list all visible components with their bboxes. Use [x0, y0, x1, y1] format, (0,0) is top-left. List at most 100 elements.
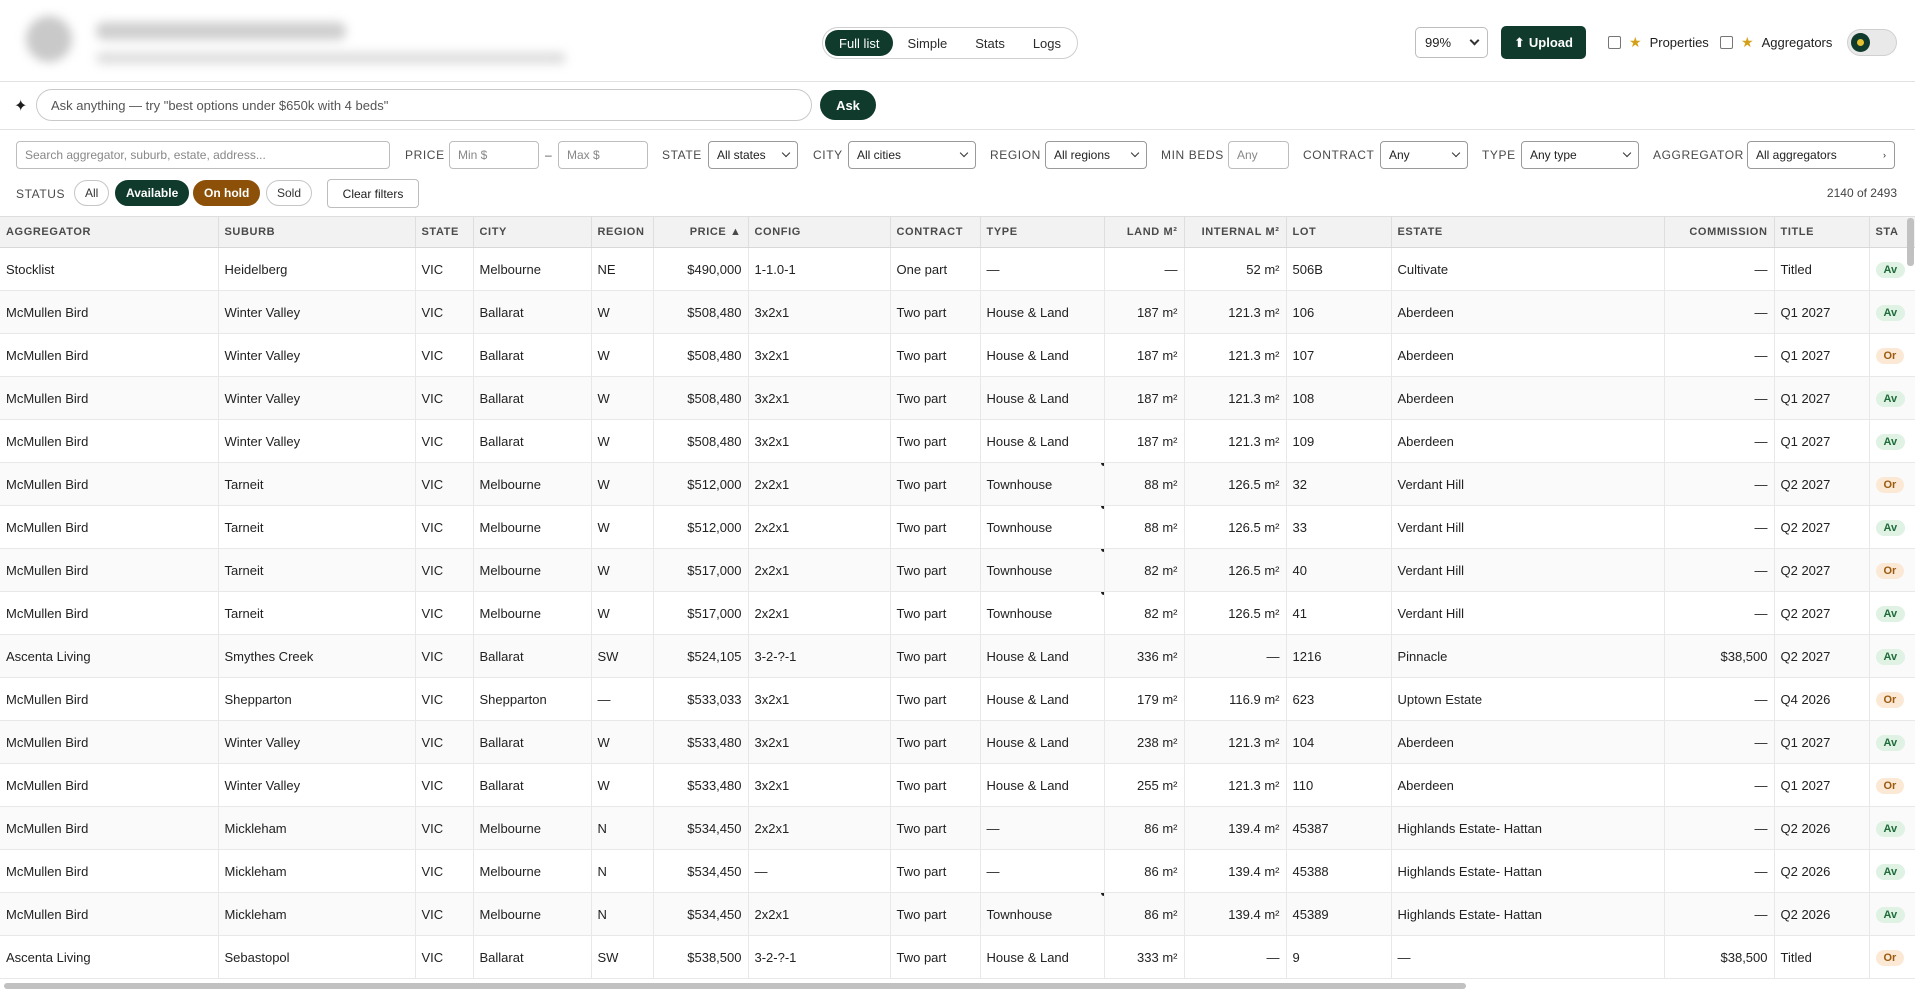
table-row[interactable]: McMullen Bird Tarneit VIC Melbourne W $512,00…	[0, 462, 1915, 506]
table-row[interactable]: McMullen Bird Mickleham VIC Melbourne N $534,…	[0, 892, 1915, 936]
region-select[interactable]: All regions	[1045, 141, 1147, 169]
cell-value: 187 m²	[1137, 347, 1178, 363]
zoom-select[interactable]: 99%	[1415, 27, 1488, 58]
cell-contract: Two part	[890, 591, 981, 635]
cell-price: $524,105	[653, 634, 749, 678]
cell-value: $38,500	[1720, 648, 1768, 664]
cell-suburb: Tarneit	[218, 548, 416, 592]
horizontal-scrollbar-thumb[interactable]	[4, 983, 1466, 989]
properties-checkbox[interactable]	[1608, 36, 1621, 49]
cell-value: Mickleham	[224, 863, 287, 879]
clear-filters-button[interactable]: Clear filters	[327, 179, 419, 208]
aggregator-select[interactable]: All aggregators ›	[1747, 141, 1895, 169]
column-header-internal[interactable]: INTERNAL M²	[1184, 216, 1287, 248]
table-row[interactable]: McMullen Bird Winter Valley VIC Ballarat W $5…	[0, 376, 1915, 420]
tab-stats[interactable]: Stats	[961, 30, 1019, 56]
cell-value: N	[597, 863, 607, 879]
table-row[interactable]: McMullen Bird Winter Valley VIC Ballarat W $5…	[0, 419, 1915, 463]
cell-lot: 32	[1286, 462, 1392, 506]
status-pill-all[interactable]: All	[74, 180, 110, 206]
cell-land: 187 m²	[1104, 333, 1185, 377]
properties-toggle[interactable]: ★ Properties	[1608, 34, 1709, 51]
horizontal-scrollbar-track[interactable]	[0, 981, 1915, 991]
theme-toggle[interactable]	[1847, 29, 1897, 56]
column-header-region[interactable]: REGION	[591, 216, 654, 248]
status-pill-available[interactable]: Available	[115, 180, 190, 206]
cell-value: Two part	[896, 863, 947, 879]
cell-value: McMullen Bird	[6, 691, 89, 707]
min-beds-input[interactable]	[1228, 141, 1289, 169]
cell-city: Ballarat	[473, 419, 592, 463]
tab-full-list[interactable]: Full list	[825, 30, 894, 56]
table-row[interactable]: McMullen Bird Winter Valley VIC Ballarat W $5…	[0, 763, 1915, 807]
status-pill-on-hold[interactable]: On hold	[193, 180, 261, 206]
table-row[interactable]: Stocklist Heidelberg VIC Melbourne NE $490,00…	[0, 247, 1915, 291]
type-select[interactable]: Any type	[1521, 141, 1639, 169]
column-header-estate[interactable]: ESTATE	[1391, 216, 1665, 248]
table-row[interactable]: McMullen Bird Mickleham VIC Melbourne N $534,…	[0, 849, 1915, 893]
cell-estate: Aberdeen	[1391, 419, 1665, 463]
cell-value: Two part	[896, 777, 947, 793]
aggregators-toggle[interactable]: ★ Aggregators	[1720, 34, 1832, 51]
cell-value: Verdant Hill	[1397, 605, 1464, 621]
upload-button[interactable]: ⬆ Upload	[1501, 26, 1586, 59]
table-row[interactable]: McMullen Bird Shepparton VIC Shepparton — $53…	[0, 677, 1915, 721]
search-input[interactable]	[16, 141, 390, 169]
table-row[interactable]: McMullen Bird Tarneit VIC Melbourne W $517,00…	[0, 548, 1915, 592]
status-pill-sold[interactable]: Sold	[266, 180, 313, 206]
column-header-commission[interactable]: COMMISSION	[1664, 216, 1775, 248]
filter-bar: PRICE – STATE All states CITY All cities…	[0, 130, 1915, 216]
cell-land: 255 m²	[1104, 763, 1185, 807]
table-row[interactable]: Ascenta Living Sebastopol VIC Ballarat SW $53…	[0, 935, 1915, 979]
column-header-aggregator[interactable]: AGGREGATOR	[0, 216, 219, 248]
column-header-city[interactable]: CITY	[473, 216, 592, 248]
contract-select[interactable]: Any	[1380, 141, 1468, 169]
cell-value: Winter Valley	[224, 777, 301, 793]
vertical-scrollbar[interactable]	[1907, 218, 1914, 266]
cell-value: 108	[1292, 390, 1315, 406]
column-header-lot[interactable]: LOT	[1286, 216, 1392, 248]
cell-value: Melbourne	[479, 476, 541, 492]
column-header-suburb[interactable]: SUBURB	[218, 216, 416, 248]
table-row[interactable]: McMullen Bird Winter Valley VIC Ballarat W $5…	[0, 290, 1915, 334]
column-header-config[interactable]: CONFIG	[748, 216, 891, 248]
cell-internal: 121.3 m²	[1184, 720, 1287, 764]
cell-status: Av	[1869, 720, 1915, 764]
cell-state: VIC	[415, 634, 474, 678]
cell-value: Q2 2027	[1780, 476, 1831, 492]
aggregators-checkbox[interactable]	[1720, 36, 1733, 49]
ask-button[interactable]: Ask	[820, 90, 876, 120]
cell-value: House & Land	[986, 949, 1069, 965]
ask-input[interactable]	[36, 89, 812, 121]
table-row[interactable]: McMullen Bird Tarneit VIC Melbourne W $517,00…	[0, 591, 1915, 635]
state-select[interactable]: All states	[708, 141, 798, 169]
cell-value: 121.3 m²	[1228, 734, 1280, 750]
table-row[interactable]: Ascenta Living Smythes Creek VIC Ballarat SW…	[0, 634, 1915, 678]
column-header-title[interactable]: TITLE	[1774, 216, 1870, 248]
cell-type: House & Land	[980, 290, 1105, 334]
table-row[interactable]: McMullen Bird Winter Valley VIC Ballarat W $5…	[0, 720, 1915, 764]
cell-value: Two part	[896, 648, 947, 664]
cell-value: 82 m²	[1144, 605, 1178, 621]
cell-aggregator: McMullen Bird	[0, 419, 219, 463]
tab-logs[interactable]: Logs	[1019, 30, 1075, 56]
column-header-land[interactable]: LAND M²	[1104, 216, 1185, 248]
city-select[interactable]: All cities	[848, 141, 976, 169]
cell-commission: $38,500	[1664, 935, 1775, 979]
column-header-type[interactable]: TYPE	[980, 216, 1105, 248]
status-badge: Av	[1875, 734, 1906, 751]
column-header-contract[interactable]: CONTRACT	[890, 216, 981, 248]
cell-value: —	[597, 691, 611, 707]
upload-arrow-icon: ⬆	[1514, 34, 1525, 50]
cell-commission: —	[1664, 462, 1775, 506]
min-price-input[interactable]	[449, 141, 539, 169]
cell-contract: Two part	[890, 935, 981, 979]
column-header-price[interactable]: PRICE ▲	[653, 216, 749, 248]
column-header-state[interactable]: STATE	[415, 216, 474, 248]
cell-value: VIC	[421, 304, 444, 320]
table-row[interactable]: McMullen Bird Winter Valley VIC Ballarat W $5…	[0, 333, 1915, 377]
max-price-input[interactable]	[558, 141, 648, 169]
table-row[interactable]: McMullen Bird Mickleham VIC Melbourne N $534,…	[0, 806, 1915, 850]
tab-simple[interactable]: Simple	[893, 30, 961, 56]
table-row[interactable]: McMullen Bird Tarneit VIC Melbourne W $512,00…	[0, 505, 1915, 549]
